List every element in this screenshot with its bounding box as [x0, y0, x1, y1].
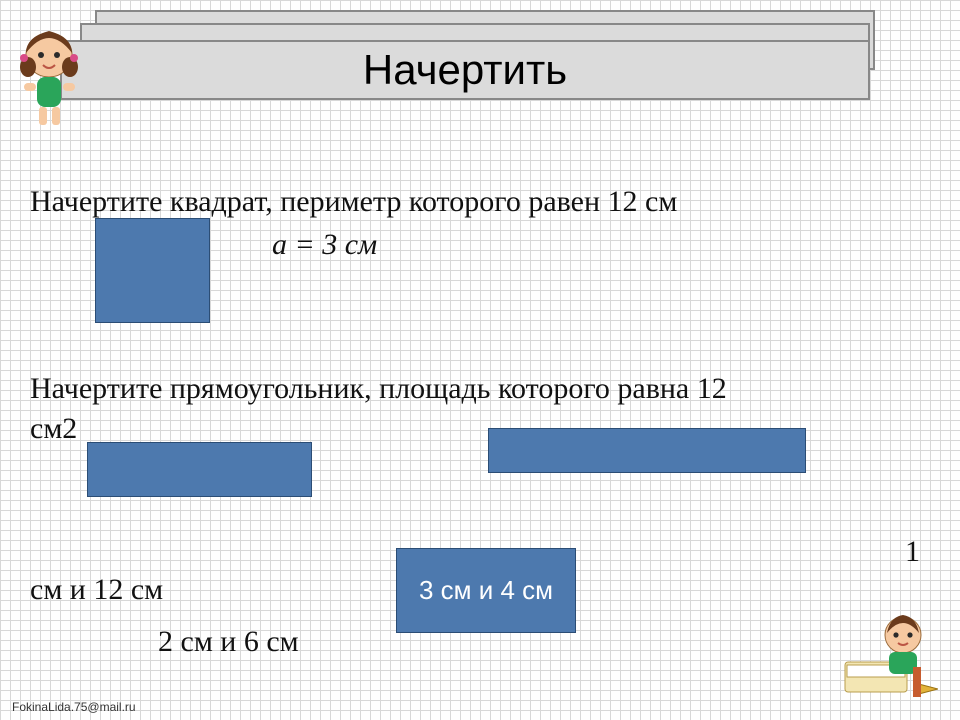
pair2-text: 2 см и 6 см [158, 625, 299, 659]
character-boy-icon [843, 607, 938, 702]
task2-line2: см2 [30, 412, 77, 446]
task2-line1: Начертите прямоугольник, площадь которог… [30, 372, 727, 406]
side-formula: a = 3 см [272, 228, 377, 262]
title-card-front: Начертить [60, 40, 870, 100]
one-marker: 1 [905, 535, 920, 569]
labeled-box: 3 см и 4 см [396, 548, 576, 633]
character-girl-icon [12, 25, 87, 130]
credit-text: FokinaLida.75@mail.ru [12, 700, 136, 714]
square-shape [95, 218, 210, 323]
pair1-text: см и 12 см [30, 573, 163, 607]
task1-text: Начертите квадрат, периметр которого рав… [30, 185, 677, 219]
box-label-text: 3 см и 4 см [419, 576, 553, 606]
page-title: Начертить [363, 46, 567, 94]
rect-shape-2 [488, 428, 806, 473]
rect-shape-1 [87, 442, 312, 497]
